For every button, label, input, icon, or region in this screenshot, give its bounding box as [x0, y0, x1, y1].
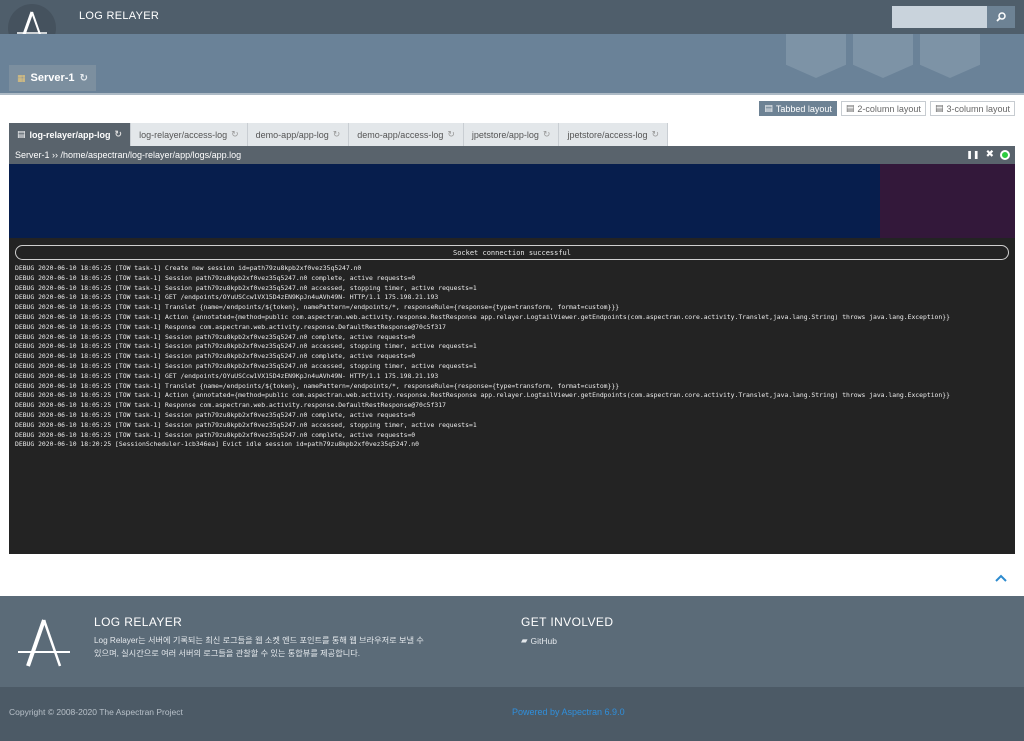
traffic-visualizer	[9, 164, 1015, 238]
footer-logo	[16, 616, 72, 677]
log-path: Server-1 ›› /home/aspectran/log-relayer/…	[15, 150, 242, 160]
aspectran-logo-icon	[18, 619, 70, 667]
banner-decoration	[786, 34, 846, 78]
refresh-icon: ↻	[332, 129, 341, 139]
connection-status-indicator	[1000, 149, 1010, 160]
log-line: DEBUG 2020-06-10 18:05:25 [TOW task-1] S…	[15, 283, 477, 292]
server-tab[interactable]: ▦ Server-1 ↻	[9, 65, 96, 91]
server-tab-label: Server-1	[30, 72, 75, 84]
log-line: DEBUG 2020-06-10 18:05:25 [TOW task-1] R…	[15, 401, 446, 410]
refresh-icon: ↻	[447, 129, 455, 139]
log-line: DEBUG 2020-06-10 18:05:25 [TOW task-1] G…	[15, 371, 439, 380]
site-title[interactable]: LOG RELAYER	[79, 10, 159, 22]
top-bar: LOG RELAYER	[0, 0, 1024, 52]
tab-label: jpetstore/access-log	[567, 129, 648, 140]
powered-by-link[interactable]: Powered by Aspectran 6.9.0	[512, 707, 625, 717]
log-lines: DEBUG 2020-06-10 18:05:25 [TOW task-1] C…	[15, 264, 1015, 450]
log-line: DEBUG 2020-06-10 18:05:25 [TOW task-1] T…	[15, 381, 620, 390]
copyright-text: Copyright © 2008-2020 The Aspectran Proj…	[9, 707, 183, 717]
grid-icon: ▦	[17, 72, 26, 83]
get-involved-title: GET INVOLVED	[521, 615, 614, 629]
scroll-to-top-icon[interactable]	[995, 569, 1007, 585]
viewer-controls: ❚❚ ✖	[966, 149, 1010, 160]
footer-title: LOG RELAYER	[94, 615, 183, 629]
log-line: DEBUG 2020-06-10 18:05:25 [TOW task-1] S…	[15, 430, 416, 439]
three-column-layout-button[interactable]: ▤ 3-column layout	[929, 101, 1015, 116]
log-console[interactable]: Socket connection successful DEBUG 2020-…	[9, 238, 1015, 554]
log-line: DEBUG 2020-06-10 18:05:25 [TOW task-1] G…	[15, 293, 439, 302]
log-line: DEBUG 2020-06-10 18:05:25 [TOW task-1] S…	[15, 420, 477, 429]
refresh-icon: ↻	[114, 129, 123, 139]
tab-jpetstore-app-log[interactable]: jpetstore/app-log ↻	[463, 123, 560, 146]
site-header: LOG RELAYER ▦ Server-1 ↻	[0, 0, 1024, 95]
log-line: DEBUG 2020-06-10 18:05:25 [TOW task-1] S…	[15, 410, 416, 419]
refresh-icon: ↻	[542, 129, 551, 139]
banner-decoration	[920, 34, 980, 78]
layout-label: 2-column layout	[857, 103, 921, 114]
header-banner	[0, 34, 1024, 95]
log-line: DEBUG 2020-06-10 18:05:25 [TOW task-1] S…	[15, 352, 416, 361]
tab-log-relayer-access-log[interactable]: log-relayer/access-log ↻	[131, 123, 248, 146]
tab-demo-app-app-log[interactable]: demo-app/app-log ↻	[247, 123, 350, 146]
log-line: DEBUG 2020-06-10 18:05:25 [TOW task-1] S…	[15, 342, 477, 351]
log-line: DEBUG 2020-06-10 18:05:25 [TOW task-1] A…	[15, 312, 950, 321]
layout-icon: ▤	[845, 103, 855, 113]
tab-label: jpetstore/app-log	[471, 129, 539, 140]
clear-icon[interactable]: ✖	[986, 149, 994, 160]
search-icon	[996, 12, 1006, 22]
two-column-layout-button[interactable]: ▤ 2-column layout	[840, 101, 926, 116]
log-line: DEBUG 2020-06-10 18:05:25 [TOW task-1] S…	[15, 332, 416, 341]
tab-label: demo-app/app-log	[255, 129, 329, 140]
site-footer: LOG RELAYER Log Relayer는 서버에 기록되는 최신 로그들…	[0, 596, 1024, 687]
layout-label: 3-column layout	[946, 103, 1010, 114]
log-line: DEBUG 2020-06-10 18:05:25 [TOW task-1] C…	[15, 264, 362, 272]
visualizer-panel	[880, 164, 1015, 238]
github-icon: ▰	[521, 635, 528, 645]
layout-switcher: ▤ Tabbed layout ▤ 2-column layout ▤ 3-colum…	[759, 101, 1015, 116]
github-link[interactable]: ▰ GitHub	[521, 635, 557, 646]
github-label: GitHub	[530, 635, 558, 646]
log-line: DEBUG 2020-06-10 18:05:25 [TOW task-1] A…	[15, 391, 950, 400]
tab-demo-app-access-log[interactable]: demo-app/access-log ↻	[349, 123, 464, 146]
refresh-icon: ↻	[79, 72, 88, 84]
socket-status-message: Socket connection successful	[15, 245, 1009, 260]
tab-label: log-relayer/access-log	[139, 129, 228, 140]
log-line: DEBUG 2020-06-10 18:05:25 [TOW task-1] T…	[15, 303, 620, 312]
tab-label: log-relayer/app-log	[29, 129, 111, 140]
log-line: DEBUG 2020-06-10 18:05:25 [TOW task-1] S…	[15, 273, 416, 282]
banner-decoration	[853, 34, 913, 78]
log-path-bar: Server-1 ›› /home/aspectran/log-relayer/…	[9, 146, 1015, 164]
layout-icon: ▤	[764, 103, 773, 113]
pause-icon[interactable]: ❚❚	[966, 150, 979, 159]
layout-label: Tabbed layout	[775, 103, 832, 114]
footer-description: Log Relayer는 서버에 기록되는 최신 로그들을 웹 소켓 엔드 포인…	[94, 636, 424, 658]
search-button[interactable]	[987, 6, 1015, 28]
list-icon: ▤	[17, 129, 26, 139]
tabbed-layout-button[interactable]: ▤ Tabbed layout	[759, 101, 837, 116]
refresh-icon: ↻	[231, 129, 239, 139]
tab-jpetstore-access-log[interactable]: jpetstore/access-log ↻	[559, 123, 669, 146]
tab-log-relayer-app-log[interactable]: ▤ log-relayer/app-log ↻	[9, 123, 132, 146]
log-line: DEBUG 2020-06-10 18:20:25 [SessionSchedu…	[15, 440, 419, 449]
layout-icon: ▤	[934, 103, 944, 113]
log-line: DEBUG 2020-06-10 18:05:25 [TOW task-1] S…	[15, 361, 477, 370]
copyright-bar: Copyright © 2008-2020 The Aspectran Proj…	[0, 687, 1024, 741]
search-input[interactable]	[892, 6, 987, 28]
refresh-icon: ↻	[651, 129, 660, 139]
log-tabs: ▤ log-relayer/app-log ↻ log-relayer/access…	[9, 123, 669, 146]
tab-label: demo-app/access-log	[357, 129, 444, 140]
log-line: DEBUG 2020-06-10 18:05:25 [TOW task-1] R…	[15, 322, 446, 331]
